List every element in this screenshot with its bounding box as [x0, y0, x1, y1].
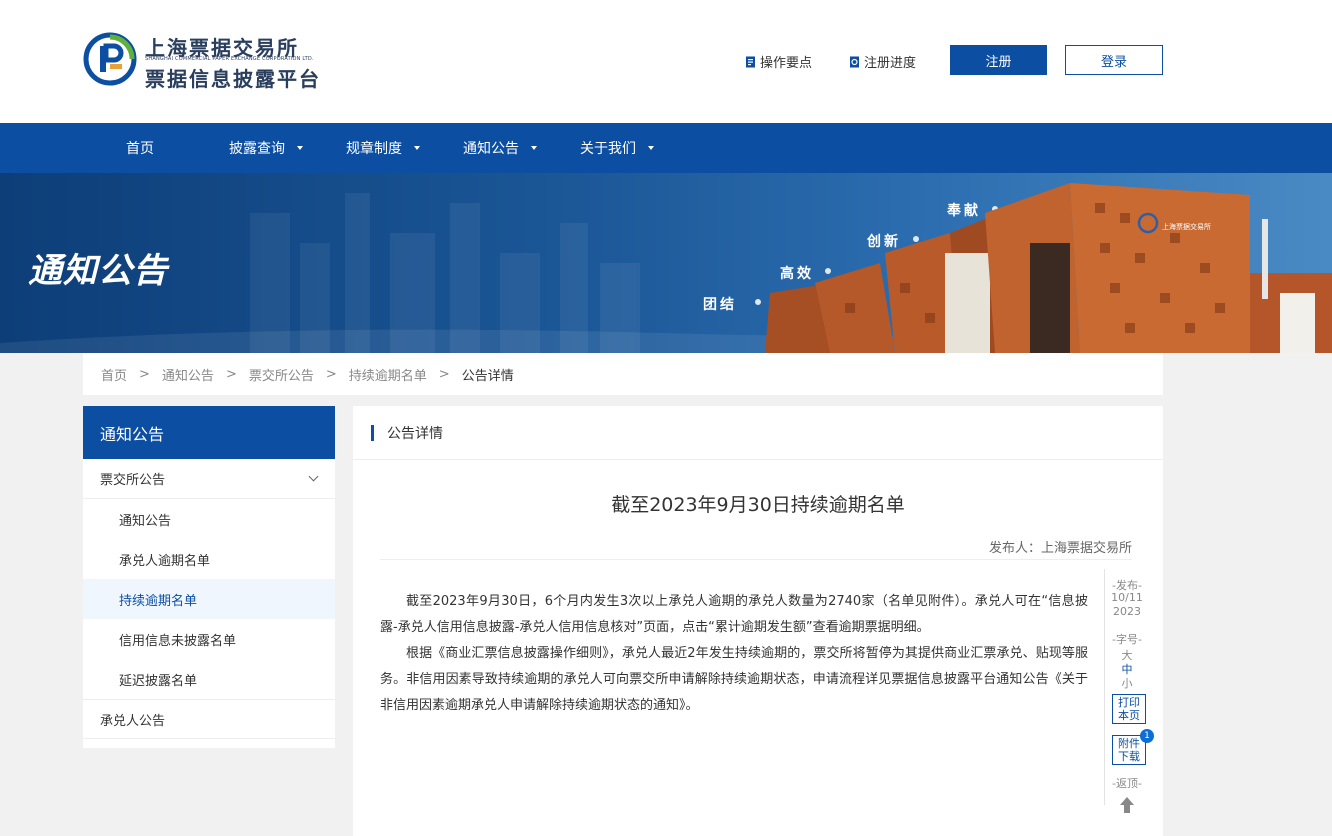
operation-guide-label: 操作要点 — [760, 56, 813, 71]
nav-item-label: 规章制度 — [346, 141, 402, 157]
chevron-down-icon — [308, 471, 319, 482]
article-paragraph: 截至2023年9月30日，6个月内发生3次以上承兑人逾期的承兑人数量为2740家… — [380, 594, 1088, 635]
attachment-count-badge: 1 — [1140, 729, 1154, 743]
sidebar: 通知公告 票交所公告 通知公告 承兑人逾期名单 持续逾期名单 信用信息未披露名单… — [83, 406, 335, 748]
caret-down-icon — [414, 146, 420, 150]
article-publisher: 发布人：上海票据交易所 — [988, 541, 1132, 556]
banner-word-dedication: 奉献 — [947, 203, 981, 219]
font-size-small[interactable]: 小 — [1105, 675, 1149, 691]
main-content: 公告详情 截至2023年9月30日持续逾期名单 发布人：上海票据交易所 截至20… — [353, 406, 1163, 836]
arrow-up-icon[interactable] — [1120, 797, 1134, 813]
sidebar-item-label: 持续逾期名单 — [119, 593, 198, 609]
breadcrumb-separator: > — [325, 366, 337, 382]
nav-item-notices[interactable]: 通知公告 — [463, 123, 537, 173]
sidebar-item-label: 承兑人逾期名单 — [119, 553, 211, 569]
caret-down-icon — [531, 146, 537, 150]
logo-mark-icon — [83, 32, 137, 86]
building-sign: 上海票据交易所 — [1162, 223, 1211, 231]
sidebar-item-notices[interactable]: 通知公告 — [83, 499, 335, 539]
logo-platform: 票据信息披露平台 — [145, 67, 321, 91]
breadcrumb-item-notices[interactable]: 通知公告 — [162, 365, 214, 384]
caret-down-icon — [297, 146, 303, 150]
sidebar-category-label: 票交所公告 — [100, 473, 166, 488]
sidebar-category-exchange[interactable]: 票交所公告 — [83, 459, 335, 499]
section-header: 公告详情 — [353, 406, 1163, 460]
login-button[interactable]: 登录 — [1065, 45, 1163, 75]
breadcrumb-separator: > — [438, 366, 450, 382]
sidebar-item-label: 通知公告 — [119, 513, 172, 529]
banner-word-efficiency: 高效 — [780, 266, 814, 282]
sidebar-item-label: 信用信息未披露名单 — [119, 633, 237, 649]
banner-word-innovation: 创新 — [867, 234, 901, 250]
sidebar-item-continuous-overdue[interactable]: 持续逾期名单 — [83, 579, 335, 619]
sidebar-category-acceptor[interactable]: 承兑人公告 — [83, 699, 335, 739]
article-title: 截至2023年9月30日持续逾期名单 — [611, 494, 905, 516]
nav-item-home[interactable]: 首页 — [126, 123, 154, 173]
section-accent-bar — [371, 424, 374, 441]
section-title: 公告详情 — [387, 425, 443, 442]
logo-subtitle-en: SHANGHAI COMMERCIAL PAPER EXCHANGE CORPO… — [145, 56, 314, 62]
nav-item-disclosure[interactable]: 披露查询 — [229, 123, 303, 173]
sidebar-item-acceptor-overdue[interactable]: 承兑人逾期名单 — [83, 539, 335, 579]
article-divider — [380, 559, 1132, 560]
registration-progress-label: 注册进度 — [864, 56, 917, 71]
site-header: 上海票据交易所 SHANGHAI COMMERCIAL PAPER EXCHAN… — [0, 0, 1332, 123]
article-paragraph: 根据《商业汇票信息披露操作细则》，承兑人最近2年发生持续逾期的，票交所将暂停为其… — [380, 646, 1088, 713]
banner-skyline-illustration — [0, 183, 1332, 353]
site-logo[interactable]: 上海票据交易所 SHANGHAI COMMERCIAL PAPER EXCHAN… — [83, 32, 328, 91]
publish-year: 2023 — [1113, 605, 1141, 618]
breadcrumb-item-overdue-list[interactable]: 持续逾期名单 — [349, 365, 427, 384]
breadcrumb-separator: > — [225, 366, 237, 382]
nav-item-label: 首页 — [126, 141, 154, 157]
nav-item-label: 通知公告 — [463, 141, 519, 157]
registration-progress-link[interactable]: 注册进度 — [849, 52, 916, 71]
banner-title: 通知公告 — [28, 251, 168, 291]
back-to-top-label[interactable]: -返顶- — [1105, 775, 1149, 791]
font-size-label: -字号- — [1112, 633, 1142, 646]
sidebar-item-undisclosed[interactable]: 信用信息未披露名单 — [83, 619, 335, 659]
nav-item-label: 关于我们 — [580, 141, 636, 157]
main-nav: 首页 披露查询 规章制度 通知公告 关于我们 — [0, 123, 1332, 173]
breadcrumb-item-home[interactable]: 首页 — [101, 365, 127, 384]
breadcrumb-item-current: 公告详情 — [461, 368, 514, 384]
publish-date: 10/11 — [1111, 591, 1143, 604]
caret-down-icon — [648, 146, 654, 150]
nav-item-label: 披露查询 — [229, 141, 285, 157]
sidebar-item-label: 延迟披露名单 — [119, 673, 198, 689]
page-banner: 通知公告 团结 高效 创新 奉献 上海票据交易所 — [0, 173, 1332, 353]
article-body: 截至2023年9月30日，6个月内发生3次以上承兑人逾期的承兑人数量为2740家… — [380, 589, 1088, 719]
breadcrumb-item-exchange-notices[interactable]: 票交所公告 — [249, 365, 314, 384]
nav-item-regulations[interactable]: 规章制度 — [346, 123, 420, 173]
sidebar-item-delayed[interactable]: 延迟披露名单 — [83, 659, 335, 699]
article-toolbar: -发布- 10/11 2023 -字号- 大 中 小 打印本页 附件下载 1 -… — [1104, 569, 1154, 813]
sidebar-title: 通知公告 — [83, 406, 335, 459]
document-icon — [746, 56, 755, 67]
print-button[interactable]: 打印本页 — [1112, 694, 1146, 724]
breadcrumb: 首页 > 通知公告 > 票交所公告 > 持续逾期名单 > 公告详情 — [83, 353, 1163, 395]
nav-item-about[interactable]: 关于我们 — [580, 123, 654, 173]
sidebar-category-label: 承兑人公告 — [100, 713, 166, 729]
register-button[interactable]: 注册 — [950, 45, 1047, 75]
breadcrumb-separator: > — [139, 366, 150, 382]
banner-word-unity: 团结 — [703, 297, 737, 313]
progress-icon — [850, 56, 859, 67]
operation-guide-link[interactable]: 操作要点 — [745, 52, 812, 71]
